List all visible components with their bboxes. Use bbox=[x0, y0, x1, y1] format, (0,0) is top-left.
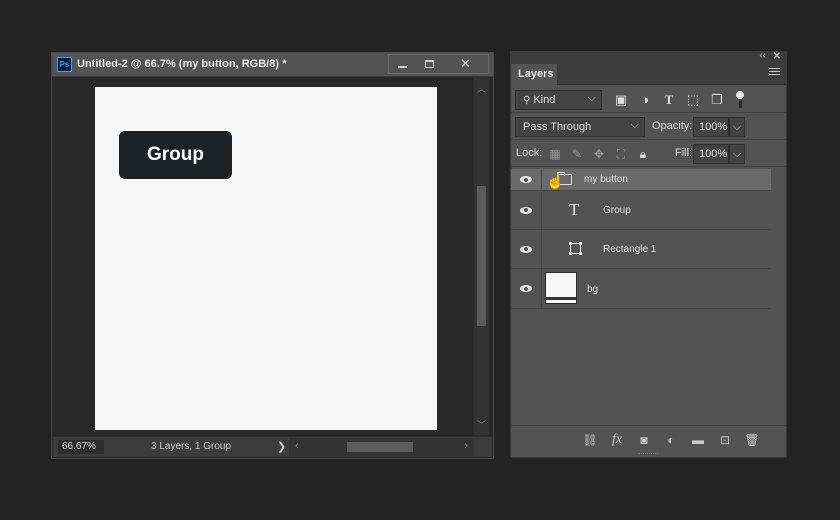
blend-mode-value: Pass Through bbox=[523, 121, 592, 133]
adjustment-layer-icon[interactable]: ◐ bbox=[662, 431, 680, 449]
scroll-left-icon[interactable]: ‹ bbox=[295, 440, 299, 452]
eye-icon bbox=[520, 245, 532, 253]
vertical-scrollbar[interactable]: ︿ ﹀ bbox=[473, 78, 489, 435]
scroll-right-icon[interactable]: › bbox=[464, 440, 468, 452]
visibility-toggle[interactable] bbox=[511, 191, 542, 229]
shape-layer-icon bbox=[569, 242, 582, 255]
document-info: 3 Layers, 1 Group bbox=[151, 441, 232, 452]
type-filter-icon[interactable]: T bbox=[661, 92, 677, 108]
lock-all-icon[interactable]: 🔒︎ bbox=[635, 146, 651, 162]
canvas-area[interactable]: Group bbox=[53, 78, 474, 435]
shape-filter-icon[interactable]: ⬚ bbox=[685, 92, 701, 108]
layer-row-rectangle[interactable]: Rectangle 1 bbox=[511, 230, 771, 269]
close-button[interactable]: ✕ bbox=[443, 55, 488, 73]
layer-thumbnail bbox=[545, 272, 577, 304]
panel-resize-grip[interactable] bbox=[638, 453, 658, 456]
layer-row-bg[interactable]: bg bbox=[511, 269, 771, 309]
fill-label: Fill: bbox=[675, 147, 693, 159]
filter-row: ⚲ Kind ⌵ ▣ ◑ T ⬚ ❐ bbox=[511, 86, 786, 113]
maximize-icon bbox=[425, 60, 434, 68]
eye-icon bbox=[520, 206, 532, 214]
layers-panel: ‹‹ ✕ Layers ⚲ Kind ⌵ ▣ ◑ T ⬚ ❐ Pass Throu… bbox=[510, 50, 787, 458]
layer-row-my-button[interactable]: ☝ my button bbox=[511, 169, 771, 191]
lock-label: Lock: bbox=[516, 147, 543, 159]
eye-icon bbox=[520, 176, 532, 183]
visibility-toggle[interactable] bbox=[511, 269, 542, 308]
lock-position-icon[interactable]: ✥ bbox=[591, 146, 607, 162]
layer-row-group-text[interactable]: T Group bbox=[511, 191, 771, 230]
eye-icon bbox=[520, 285, 532, 292]
window-controls: ✕ bbox=[388, 54, 489, 74]
visibility-toggle[interactable] bbox=[511, 230, 542, 268]
hand-cursor-icon: ☝ bbox=[546, 173, 565, 190]
maximize-button[interactable] bbox=[416, 55, 443, 73]
adjustment-filter-icon[interactable]: ◑ bbox=[637, 92, 653, 108]
fill-field[interactable]: 100% bbox=[693, 144, 729, 164]
new-group-icon[interactable]: ▬ bbox=[689, 431, 707, 449]
minimize-button[interactable] bbox=[389, 55, 416, 73]
search-icon: ⚲ bbox=[523, 95, 531, 106]
mask-icon[interactable]: ◙ bbox=[635, 431, 653, 449]
image-filter-icon[interactable]: ▣ bbox=[613, 92, 629, 108]
canvas-document[interactable]: Group bbox=[95, 87, 437, 430]
opacity-chevron-icon[interactable]: ⌵ bbox=[729, 117, 745, 137]
visibility-toggle[interactable] bbox=[511, 169, 542, 190]
tab-layers[interactable]: Layers bbox=[511, 64, 557, 85]
layer-name: my button bbox=[584, 174, 628, 185]
horizontal-scrollbar[interactable]: ‹ › bbox=[289, 438, 474, 456]
minimize-icon bbox=[398, 66, 407, 68]
layer-name: Group bbox=[603, 205, 631, 216]
panel-tab-bar: Layers bbox=[511, 64, 786, 85]
filter-kind-dropdown[interactable]: ⚲ Kind ⌵ bbox=[515, 90, 602, 110]
link-icon[interactable]: ⛓ bbox=[581, 431, 599, 449]
fill-chevron-icon[interactable]: ⌵ bbox=[729, 144, 745, 164]
panel-top-bar: ‹‹ ✕ bbox=[511, 50, 786, 64]
panel-close-icon[interactable]: ✕ bbox=[773, 51, 781, 62]
vertical-scroll-thumb[interactable] bbox=[477, 186, 486, 326]
trash-icon[interactable]: 🗑︎ bbox=[743, 431, 761, 449]
info-menu-chevron-icon[interactable]: ❯ bbox=[277, 440, 286, 453]
layers-list: ☝ my button T Group Rectangle 1 bg bbox=[511, 169, 786, 424]
document-window: Ps Untitled-2 @ 66.7% (my button, RGB/8)… bbox=[51, 52, 494, 459]
horizontal-scroll-thumb[interactable] bbox=[347, 442, 413, 452]
scroll-up-icon[interactable]: ︿ bbox=[477, 82, 486, 95]
document-title-bar[interactable]: Ps Untitled-2 @ 66.7% (my button, RGB/8)… bbox=[52, 53, 493, 77]
lock-image-brush-icon[interactable]: ✎ bbox=[569, 146, 585, 162]
document-title: Untitled-2 @ 66.7% (my button, RGB/8) * bbox=[77, 58, 287, 70]
opacity-label: Opacity: bbox=[652, 120, 693, 132]
blend-mode-dropdown[interactable]: Pass Through ⌵ bbox=[515, 117, 645, 137]
fx-icon[interactable]: fx bbox=[608, 431, 626, 449]
design-button-group[interactable]: Group bbox=[119, 131, 232, 179]
new-layer-icon[interactable]: ⊡ bbox=[716, 431, 734, 449]
photoshop-logo-icon: Ps bbox=[57, 57, 72, 72]
status-bar: 66.67% 3 Layers, 1 Group ❯ ‹ › bbox=[53, 436, 492, 457]
lock-transparent-icon[interactable]: ▦ bbox=[547, 146, 563, 162]
smart-object-filter-icon[interactable]: ❐ bbox=[709, 92, 725, 108]
panel-menu-icon[interactable] bbox=[769, 68, 780, 77]
filter-toggle-switch[interactable] bbox=[736, 91, 746, 109]
layer-name: bg bbox=[587, 284, 599, 295]
opacity-field[interactable]: 100% bbox=[693, 117, 729, 137]
filter-kind-label: Kind bbox=[533, 94, 556, 106]
zoom-field[interactable]: 66.67% bbox=[58, 440, 104, 454]
chevron-down-icon: ⌵ bbox=[630, 119, 639, 131]
lock-row: Lock: ▦ ✎ ✥ ⛶ 🔒︎ Fill: 100% ⌵ bbox=[511, 140, 786, 167]
panel-footer: ⛓ fx ◙ ◐ ▬ ⊡ 🗑︎ bbox=[511, 425, 786, 457]
lock-artboard-icon[interactable]: ⛶ bbox=[613, 146, 629, 162]
scroll-down-icon[interactable]: ﹀ bbox=[477, 418, 486, 431]
close-icon: ✕ bbox=[460, 56, 471, 71]
collapse-panel-icon[interactable]: ‹‹ bbox=[759, 50, 766, 61]
chevron-down-icon: ⌵ bbox=[587, 92, 596, 104]
type-layer-icon: T bbox=[569, 200, 580, 219]
layer-name: Rectangle 1 bbox=[603, 244, 657, 255]
blend-row: Pass Through ⌵ Opacity: 100% ⌵ bbox=[511, 113, 786, 140]
